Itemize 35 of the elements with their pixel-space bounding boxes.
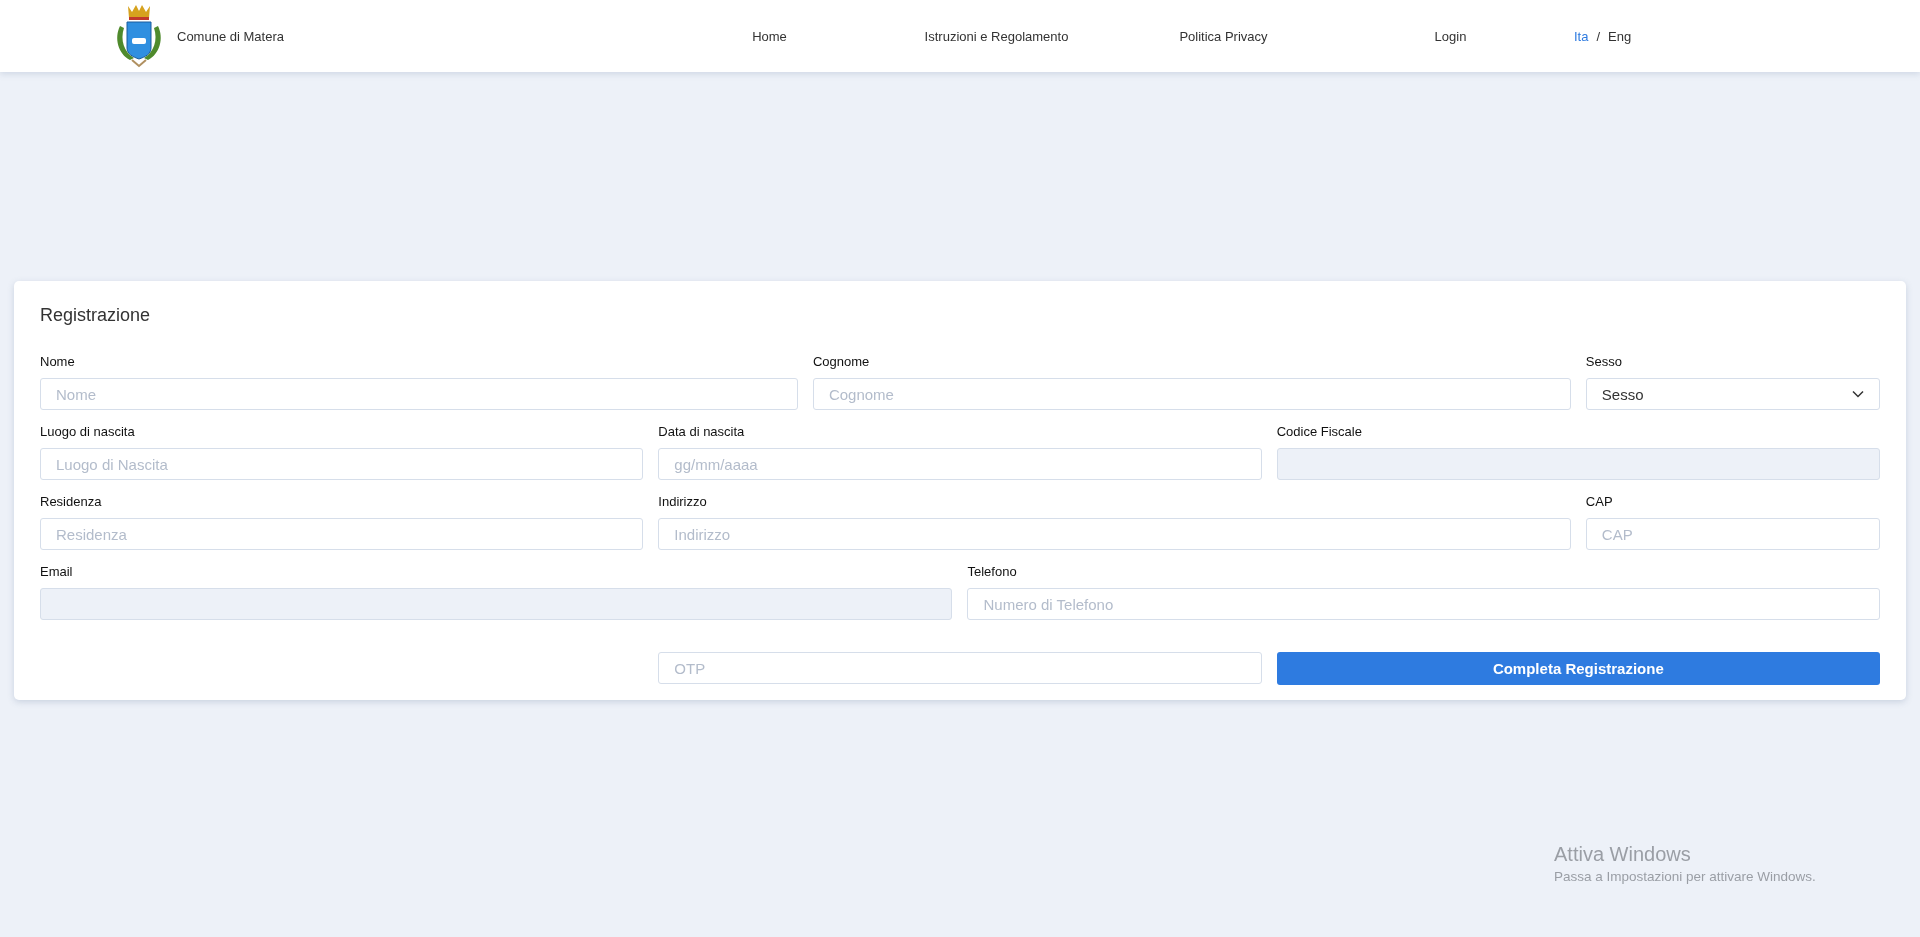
input-field[interactable]: Residenza xyxy=(40,518,644,550)
select-field[interactable]: Sesso xyxy=(1585,378,1880,410)
nav-link[interactable]: Istruzioni e Regolamento xyxy=(924,28,1069,44)
input-field[interactable]: Nome xyxy=(40,378,798,410)
input-field[interactable]: Cognome xyxy=(812,378,1571,410)
field-label: Email xyxy=(40,564,74,579)
field-label: CAP xyxy=(1585,494,1614,509)
nav-link[interactable]: Home xyxy=(752,28,787,44)
language-separator: / xyxy=(1596,28,1601,44)
field-label: Luogo di nascita xyxy=(40,424,136,439)
otp-field[interactable]: OTP xyxy=(658,652,1262,684)
input-field[interactable]: Indirizzo xyxy=(658,518,1571,550)
coat-of-arms-icon xyxy=(114,4,164,68)
input-field[interactable]: Numero di Telefono xyxy=(967,588,1880,620)
field-label: Codice Fiscale xyxy=(1276,424,1363,439)
form-title: Registrazione xyxy=(40,305,152,326)
field-label: Sesso xyxy=(1585,354,1623,369)
site-name: Comune di Matera xyxy=(177,28,284,44)
input-field[interactable]: CAP xyxy=(1585,518,1880,550)
nav-link[interactable]: Login xyxy=(1434,28,1467,44)
input-field[interactable]: gg/mm/aaaa xyxy=(658,448,1262,480)
field-label: Data di nascita xyxy=(658,424,746,439)
activation-notice-text: Passa a Impostazioni per attivare Windows. xyxy=(1554,869,1816,884)
chevron-down-icon xyxy=(1852,390,1864,398)
field-label: Telefono xyxy=(967,564,1018,579)
submit-button[interactable]: Completa Registrazione xyxy=(1276,652,1880,685)
language-link[interactable]: Eng xyxy=(1608,28,1632,44)
language-link[interactable]: Ita xyxy=(1574,28,1589,44)
field-label: Residenza xyxy=(40,494,103,509)
field-label: Indirizzo xyxy=(658,494,708,509)
field-label: Cognome xyxy=(812,354,871,369)
nav-link[interactable]: Politica Privacy xyxy=(1179,28,1268,44)
field-label: Nome xyxy=(40,354,76,369)
activation-notice-title: Attiva Windows xyxy=(1554,843,1692,866)
input-field[interactable]: Luogo di Nascita xyxy=(40,448,644,480)
